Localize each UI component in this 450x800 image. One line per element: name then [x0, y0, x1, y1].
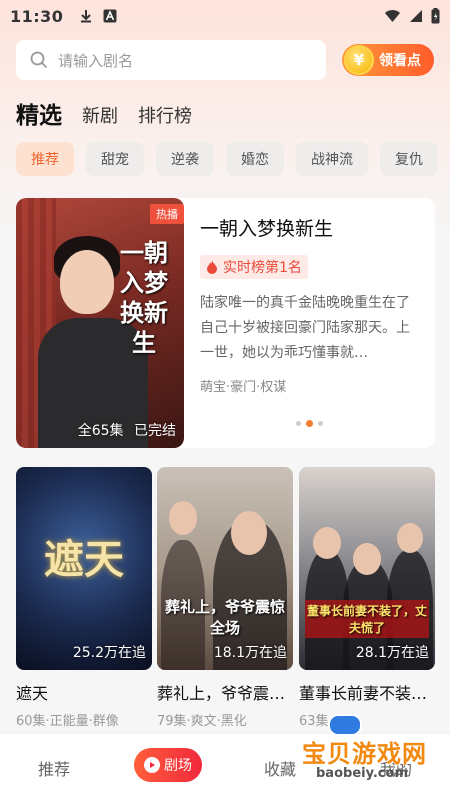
site-watermark: 宝贝游戏网 baobeiy.com — [282, 708, 450, 800]
chip-war-god[interactable]: 战神流 — [296, 142, 368, 176]
drama-poster[interactable]: 葬礼上，爷爷震惊全场 18.1万在追 — [157, 467, 293, 670]
play-icon — [144, 757, 160, 773]
earn-points-label: 领看点 — [379, 53, 421, 69]
nav-recommend[interactable]: 推荐 — [38, 756, 70, 780]
main-tabs: 精选 新剧 排行榜 — [16, 96, 192, 130]
category-chips: 推荐 甜宠 逆袭 婚恋 战神流 复仇 — [16, 142, 438, 176]
flame-icon — [207, 260, 217, 274]
nav-theater-label: 剧场 — [164, 758, 192, 774]
search-input[interactable]: 请输入剧名 — [16, 40, 326, 80]
tab-featured[interactable]: 精选 — [16, 96, 62, 130]
app-notification-icon — [103, 9, 117, 23]
search-placeholder: 请输入剧名 — [58, 51, 134, 70]
featured-info: 一朝入梦换新生 实时榜第1名 陆家唯一的真千金陆晚晚重生在了自己十岁被接回豪门陆… — [200, 214, 422, 395]
battery-icon — [431, 8, 440, 24]
hot-badge: 热播 — [150, 204, 184, 224]
drama-card-funeral[interactable]: 葬礼上，爷爷震惊全场 18.1万在追 葬礼上，爷爷震… 79集·爽文·黑化 — [157, 467, 293, 729]
signal-icon — [410, 10, 422, 22]
tab-ranking[interactable]: 排行榜 — [138, 102, 192, 128]
drama-meta: 79集·爽文·黑化 — [157, 714, 247, 729]
earn-points-button[interactable]: ¥ 领看点 — [342, 44, 434, 76]
poster-title-art: 一朝入梦换新生 — [120, 238, 168, 357]
drama-meta: 60集·正能量·群像 — [16, 714, 119, 729]
drama-card-chairman[interactable]: 董事长前妻不装了，丈夫慌了 28.1万在追 董事长前妻不装… 63集 — [299, 467, 435, 729]
carousel-dot-active[interactable] — [306, 420, 313, 427]
chip-sweet[interactable]: 甜宠 — [86, 142, 144, 176]
rank-label: 实时榜第1名 — [223, 260, 302, 276]
carousel-dot[interactable] — [296, 421, 301, 426]
featured-tags: 萌宝·豪门·权谋 — [200, 380, 287, 395]
status-bar: 11:30 — [0, 0, 450, 32]
episode-count: 全65集 — [77, 423, 124, 439]
poster-title-art: 遮天 — [44, 536, 124, 583]
follow-count: 28.1万在追 — [355, 645, 429, 661]
watermark-text: 宝贝游戏网 — [302, 740, 427, 768]
drama-title[interactable]: 董事长前妻不装… — [299, 680, 435, 704]
chip-recommend[interactable]: 推荐 — [16, 142, 74, 176]
featured-poster[interactable]: 一朝入梦换新生 热播 全65集 已完结 — [16, 198, 184, 448]
status-time: 11:30 — [10, 6, 64, 26]
gamepad-icon — [328, 714, 362, 736]
chip-romance[interactable]: 婚恋 — [226, 142, 284, 176]
follow-count: 25.2万在追 — [72, 645, 146, 661]
drama-title[interactable]: 葬礼上，爷爷震… — [157, 680, 293, 704]
tab-new[interactable]: 新剧 — [82, 102, 118, 128]
poster-caption: 董事长前妻不装了，丈夫慌了 — [305, 600, 429, 638]
completion-status: 已完结 — [134, 423, 176, 439]
featured-description: 陆家唯一的真千金陆晚晚重生在了自己十岁被接回豪门陆家那天。上一世，她以为乖巧懂事… — [200, 295, 410, 361]
follow-count: 18.1万在追 — [213, 645, 287, 661]
nav-theater[interactable]: 剧场 — [134, 748, 202, 782]
chip-revenge[interactable]: 复仇 — [380, 142, 438, 176]
featured-title[interactable]: 一朝入梦换新生 — [200, 214, 422, 241]
coin-icon: ¥ — [344, 45, 374, 75]
carousel-dot[interactable] — [318, 421, 323, 426]
search-icon — [30, 51, 48, 69]
drama-poster[interactable]: 董事长前妻不装了，丈夫慌了 28.1万在追 — [299, 467, 435, 670]
download-icon — [81, 10, 92, 23]
featured-drama-card[interactable]: 一朝入梦换新生 热播 全65集 已完结 一朝入梦换新生 实时榜第1名 陆家唯一的… — [16, 198, 435, 448]
episode-info: 全65集 已完结 — [78, 420, 176, 440]
wifi-icon — [385, 10, 400, 22]
rank-badge[interactable]: 实时榜第1名 — [200, 255, 308, 279]
drama-card-zhetian[interactable]: 遮天 25.2万在追 遮天 60集·正能量·群像 — [16, 467, 152, 729]
chip-comeback[interactable]: 逆袭 — [156, 142, 214, 176]
watermark-url: baobeiy.com — [316, 766, 408, 781]
poster-caption: 葬礼上，爷爷震惊全场 — [164, 598, 285, 637]
carousel-indicator — [296, 420, 323, 427]
drama-poster[interactable]: 遮天 25.2万在追 — [16, 467, 152, 670]
drama-title[interactable]: 遮天 — [16, 680, 152, 704]
